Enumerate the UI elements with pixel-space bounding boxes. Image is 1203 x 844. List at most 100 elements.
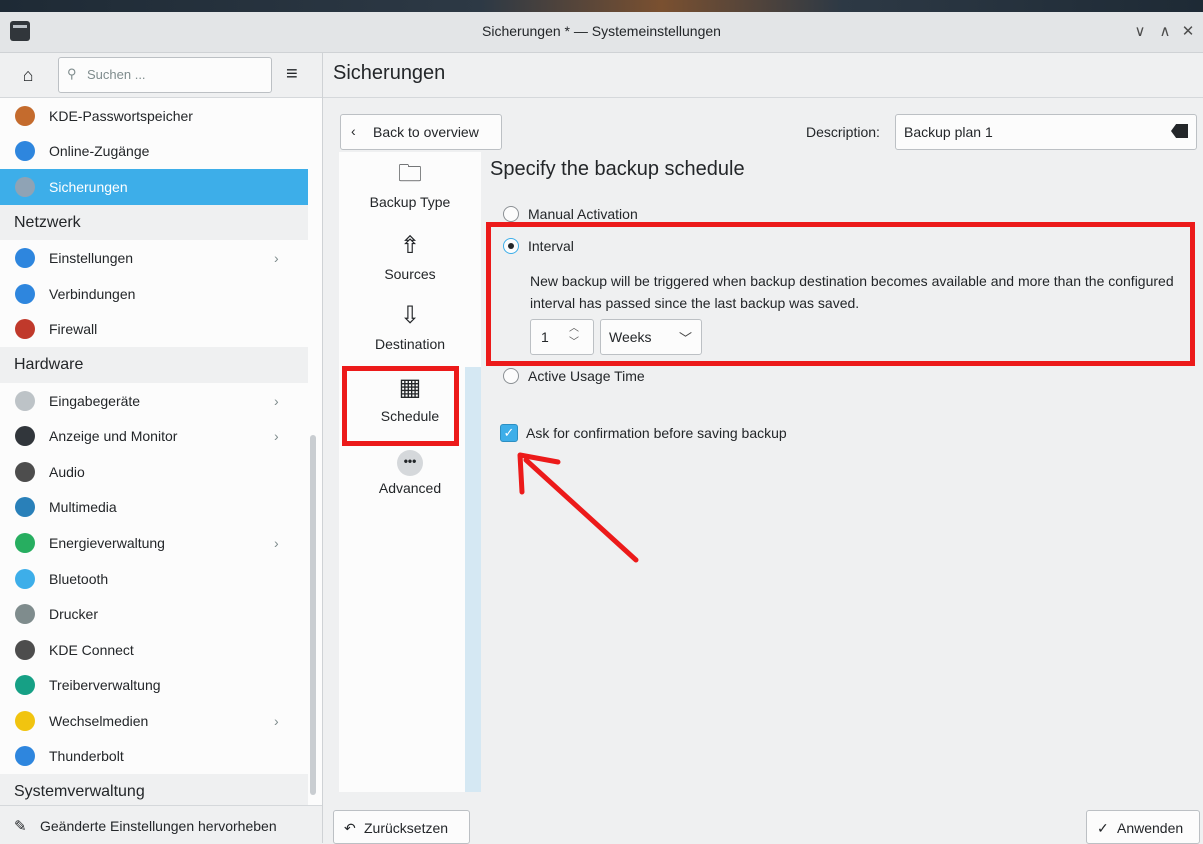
sidebar-item[interactable]: Anzeige und Monitor › (0, 418, 308, 454)
sidebar-item[interactable]: Treiberverwaltung (0, 668, 308, 704)
sidebar-category: Hardware (0, 347, 308, 383)
sidebar-item[interactable]: Einstellungen › (0, 240, 308, 276)
step-advanced[interactable]: ••• Advanced (339, 450, 481, 496)
sidebar-item-label: Thunderbolt (49, 748, 124, 765)
power-icon (15, 532, 35, 553)
thunderbolt-icon (15, 746, 35, 767)
sidebar-item[interactable]: Bluetooth (0, 561, 308, 597)
active-usage-radio[interactable] (503, 368, 519, 384)
sidebar-item[interactable]: KDE-Passwortspeicher (0, 98, 308, 134)
step-label: Destination (374, 336, 446, 352)
sidebar-toolbar: ⌂ ⚲ Suchen ... ≡ (0, 53, 322, 98)
sidebar-item[interactable]: Multimedia (0, 490, 308, 526)
annotation-box-interval (486, 222, 1195, 366)
wizard-steps: 🗀 Backup Type ⇮ Sources ⇩ Destination ▦ … (339, 152, 481, 792)
desktop-strip (0, 0, 1203, 12)
download-icon: ⇩ (399, 302, 421, 329)
sidebar-item[interactable]: KDE Connect (0, 632, 308, 668)
highlight-changes-label: Geänderte Einstellungen hervorheben (40, 818, 277, 834)
globe-icon (15, 283, 35, 304)
step-sources[interactable]: ⇮ Sources (339, 230, 481, 282)
monitor-icon (15, 426, 35, 447)
sidebar-item[interactable]: Thunderbolt (0, 739, 308, 775)
close-button[interactable]: ✕ (1178, 22, 1198, 40)
page-title: Sicherungen (333, 62, 446, 84)
back-to-overview-button[interactable]: ‹ Back to overview (340, 114, 502, 150)
sidebar-item-label: Sicherungen (49, 178, 128, 195)
sidebar-item[interactable]: Online-Zugänge (0, 134, 308, 170)
sidebar: ⌂ ⚲ Suchen ... ≡ KDE-Passwortspeicher Onl… (0, 53, 323, 844)
globe-icon (15, 141, 35, 162)
reset-label: Zurücksetzen (364, 820, 449, 836)
sidebar-item-label: Eingabegeräte (49, 392, 141, 409)
usb-icon (15, 710, 35, 731)
manual-activation-radio[interactable] (503, 206, 519, 222)
sidebar-item[interactable]: Verbindungen (0, 276, 308, 312)
step-label: Sources (384, 266, 436, 282)
sidebar-item-label: Wechselmedien (49, 712, 149, 729)
sidebar-item-label: Audio (49, 463, 85, 480)
highlight-changes-button[interactable]: ✎ Geänderte Einstellungen hervorheben (0, 805, 322, 844)
chevron-right-icon: › (274, 428, 279, 445)
maximize-button[interactable]: ∧ (1155, 22, 1175, 40)
speaker-icon (15, 461, 35, 482)
reset-button[interactable]: ↶ Zurücksetzen (333, 810, 470, 844)
chevron-right-icon: › (274, 250, 279, 267)
minimize-button[interactable]: ∨ (1130, 22, 1150, 40)
chevron-right-icon: › (274, 534, 279, 551)
annotation-arrow (517, 452, 639, 563)
step-backup-type[interactable]: 🗀 Backup Type (339, 158, 481, 210)
step-label: Advanced (378, 480, 442, 496)
phone-icon (15, 639, 35, 660)
sidebar-item[interactable]: Wechselmedien › (0, 703, 308, 739)
sidebar-item[interactable]: Eingabegeräte › (0, 383, 308, 419)
back-to-overview-label: Back to overview (373, 124, 479, 140)
apply-label: Anwenden (1117, 820, 1184, 836)
title-bar: Sicherungen * — Systemeinstellungen ∨ ∧ … (0, 12, 1203, 53)
mouse-icon (15, 390, 35, 411)
firewall-icon (15, 319, 35, 340)
manual-activation-label: Manual Activation (528, 206, 638, 222)
description-field[interactable]: Backup plan 1 (895, 114, 1197, 150)
folder-icon: 🗀 (398, 160, 422, 187)
sidebar-item[interactable]: Sicherungen (0, 169, 308, 205)
sidebar-list: KDE-Passwortspeicher Online-Zugänge Sicher… (0, 98, 308, 810)
step-destination[interactable]: ⇩ Destination (339, 300, 481, 352)
chevron-right-icon: › (274, 392, 279, 409)
menu-icon[interactable]: ≡ (286, 63, 298, 86)
sidebar-item-label: Verbindungen (49, 285, 136, 302)
description-value: Backup plan 1 (904, 124, 993, 140)
printer-icon (15, 604, 35, 625)
sidebar-item[interactable]: Audio (0, 454, 308, 490)
apply-button[interactable]: ✓ Anwenden (1086, 810, 1200, 844)
sidebar-item-label: Drucker (49, 606, 99, 623)
steps-scroll-highlight (465, 367, 481, 792)
page-header: Sicherungen (323, 53, 1203, 98)
home-icon[interactable]: ⌂ (18, 65, 38, 85)
sidebar-item-label: Anzeige und Monitor (49, 428, 178, 445)
description-label: Description: (806, 124, 880, 140)
checkmark-icon: ✓ (1097, 820, 1109, 836)
clear-text-icon[interactable] (1171, 124, 1188, 138)
more-icon: ••• (397, 450, 423, 476)
search-icon: ⚲ (67, 66, 77, 81)
step-label: Backup Type (369, 194, 451, 210)
multimedia-icon (15, 497, 35, 518)
sidebar-item[interactable]: Drucker (0, 596, 308, 632)
sidebar-item-label: Einstellungen (49, 250, 134, 267)
sidebar-item[interactable]: Energieverwaltung › (0, 525, 308, 561)
sidebar-category: Netzwerk (0, 204, 308, 241)
sidebar-item-label: KDE-Passwortspeicher (49, 107, 193, 124)
sidebar-item-label: Treiberverwaltung (49, 677, 161, 694)
sidebar-scrollbar[interactable] (310, 435, 316, 795)
sidebar-item-label: Bluetooth (49, 570, 109, 587)
schedule-heading: Specify the backup schedule (490, 158, 745, 180)
sidebar-item[interactable]: Firewall (0, 312, 308, 348)
backup-icon (15, 176, 35, 197)
upload-icon: ⇮ (399, 232, 421, 259)
undo-icon: ↶ (344, 820, 356, 836)
sidebar-item-label: Online-Zugänge (49, 143, 150, 160)
pen-icon: ✎ (14, 818, 27, 835)
confirm-label: Ask for confirmation before saving backu… (526, 425, 787, 441)
search-input[interactable]: ⚲ Suchen ... (58, 57, 272, 93)
